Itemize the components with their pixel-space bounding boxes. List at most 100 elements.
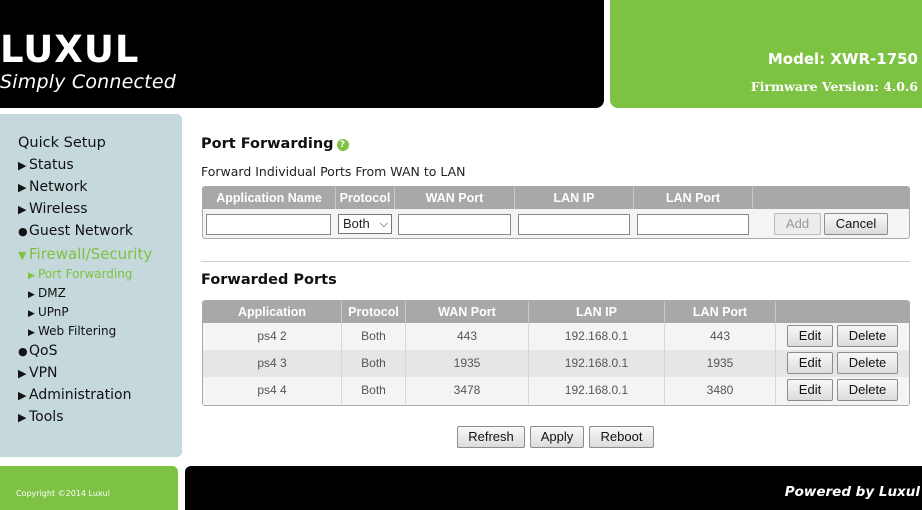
add-rule-row: Both ⌵ Add Cancel: [203, 209, 909, 238]
column-header: Application: [203, 301, 342, 323]
cell-actions: Edit Delete: [776, 377, 909, 404]
forwarded-ports-title: Forwarded Ports: [201, 272, 337, 288]
protocol-select[interactable]: Both ⌵: [338, 214, 392, 234]
sidebar-item-label: Wireless: [29, 201, 88, 217]
arrow-down-icon: ▼: [18, 249, 27, 262]
sidebar-subitem-label: UPnP: [38, 305, 69, 319]
refresh-button[interactable]: Refresh: [457, 426, 525, 448]
cell-application: ps4 2: [203, 323, 342, 350]
arrow-right-icon: ▶: [28, 290, 35, 300]
sidebar-item-label: VPN: [29, 365, 58, 381]
cell-wan-port: 3478: [406, 377, 529, 404]
bullet-icon: ●: [18, 225, 28, 238]
cell-actions: Edit Delete: [776, 350, 909, 377]
cancel-button[interactable]: Cancel: [824, 213, 888, 235]
arrow-right-icon: ▶: [18, 159, 27, 172]
table-row: ps4 4 Both 3478 192.168.0.1 3480 Edit De…: [203, 377, 909, 404]
cell-wan-port: 1935: [406, 350, 529, 377]
bullet-icon: ●: [18, 345, 28, 358]
sidebar-subitem-port-forwarding[interactable]: ▶ Port Forwarding: [28, 267, 132, 281]
arrow-right-icon: ▶: [18, 389, 27, 402]
sidebar-subitem-dmz[interactable]: ▶ DMZ: [28, 286, 66, 300]
cell-lan-port: 443: [665, 323, 776, 350]
sidebar-item-qos[interactable]: ●QoS: [18, 343, 57, 359]
application-name-input[interactable]: [206, 214, 331, 235]
column-header: [776, 301, 909, 323]
cell-application: ps4 3: [203, 350, 342, 377]
sidebar: Quick Setup ▶ Status ▶ Network ▶ Wireless ●…: [0, 114, 182, 457]
apply-button[interactable]: Apply: [530, 426, 584, 448]
arrow-right-icon: ▶: [28, 309, 35, 319]
delete-button[interactable]: Delete: [837, 379, 898, 401]
column-header: Application Name: [203, 187, 336, 209]
column-header: LAN IP: [515, 187, 634, 209]
help-icon[interactable]: ?: [336, 139, 349, 151]
page-title-text: Port Forwarding: [201, 136, 334, 152]
brand-text: LUXUL: [0, 28, 139, 66]
arrow-right-icon: ▶: [18, 367, 27, 380]
sidebar-subitem-label: Web Filtering: [38, 324, 117, 338]
page-description: Forward Individual Ports From WAN to LAN: [201, 164, 466, 179]
sidebar-subitem-label: Port Forwarding: [38, 267, 133, 281]
reboot-button[interactable]: Reboot: [589, 426, 654, 448]
add-rule-header: Application Name Protocol WAN Port LAN I…: [203, 187, 909, 209]
edit-button[interactable]: Edit: [787, 352, 833, 374]
delete-button[interactable]: Delete: [837, 352, 898, 374]
add-rule-table: Application Name Protocol WAN Port LAN I…: [202, 186, 910, 239]
sidebar-subitem-label: DMZ: [38, 286, 66, 300]
sidebar-item-vpn[interactable]: ▶ VPN: [18, 365, 58, 381]
page-title: Port Forwarding?: [201, 136, 349, 152]
sidebar-item-label: Status: [29, 157, 74, 173]
model-label: Model: XWR-1750: [767, 50, 918, 68]
arrow-right-icon: ▶: [18, 411, 27, 424]
edit-button[interactable]: Edit: [787, 379, 833, 401]
cell-protocol: Both: [342, 350, 406, 377]
header-right: Model: XWR-1750 Firmware Version: 4.0.6: [610, 0, 922, 108]
cell-protocol: Both: [342, 377, 406, 404]
cell-lan-ip: 192.168.0.1: [529, 350, 665, 377]
cell-lan-port: 3480: [665, 377, 776, 404]
sidebar-item-wireless[interactable]: ▶ Wireless: [18, 201, 88, 217]
cell-lan-ip: 192.168.0.1: [529, 377, 665, 404]
section-divider: [201, 261, 910, 262]
column-header: [753, 187, 909, 209]
forwarded-ports-table: Application Protocol WAN Port LAN IP LAN…: [202, 300, 910, 406]
cell-application: ps4 4: [203, 377, 342, 404]
cell-lan-port: 1935: [665, 350, 776, 377]
sidebar-item-label: QoS: [29, 343, 58, 359]
sidebar-item-quick-setup[interactable]: Quick Setup: [18, 135, 106, 151]
sidebar-item-administration[interactable]: ▶ Administration: [18, 387, 131, 403]
column-header: Protocol: [342, 301, 406, 323]
column-header: LAN IP: [529, 301, 665, 323]
sidebar-item-label: Firewall/Security: [29, 245, 153, 263]
arrow-right-icon: ▶: [28, 328, 35, 338]
column-header: LAN Port: [634, 187, 753, 209]
delete-button[interactable]: Delete: [837, 325, 898, 347]
edit-button[interactable]: Edit: [787, 325, 833, 347]
sidebar-item-network[interactable]: ▶ Network: [18, 179, 87, 195]
table-row: ps4 3 Both 1935 192.168.0.1 1935 Edit De…: [203, 350, 909, 377]
column-header: Protocol: [336, 187, 395, 209]
column-header: WAN Port: [395, 187, 515, 209]
chevron-down-icon: ⌵: [379, 218, 388, 230]
sidebar-item-label: Administration: [29, 387, 132, 403]
wan-port-input[interactable]: [398, 214, 511, 235]
add-button[interactable]: Add: [774, 213, 821, 235]
arrow-right-icon: ▶: [28, 271, 35, 281]
copyright-text: Copyright ©2014 Luxul: [16, 489, 110, 498]
sidebar-subitem-web-filtering[interactable]: ▶ Web Filtering: [28, 324, 116, 338]
sidebar-subitem-upnp[interactable]: ▶ UPnP: [28, 305, 69, 319]
protocol-select-value: Both: [343, 216, 370, 231]
cell-protocol: Both: [342, 323, 406, 350]
sidebar-item-label: Guest Network: [29, 223, 134, 239]
sidebar-item-firewall-security[interactable]: ▼ Firewall/Security: [18, 245, 152, 263]
cell-actions: Edit Delete: [776, 323, 909, 350]
sidebar-item-guest-network[interactable]: ●Guest Network: [18, 223, 133, 239]
sidebar-item-status[interactable]: ▶ Status: [18, 157, 74, 173]
tagline: Simply Connected: [0, 71, 176, 93]
lan-ip-input[interactable]: [518, 214, 630, 235]
lan-port-input[interactable]: [637, 214, 749, 235]
sidebar-item-label: Tools: [29, 409, 64, 425]
sidebar-item-tools[interactable]: ▶ Tools: [18, 409, 64, 425]
table-row: ps4 2 Both 443 192.168.0.1 443 Edit Dele…: [203, 323, 909, 350]
